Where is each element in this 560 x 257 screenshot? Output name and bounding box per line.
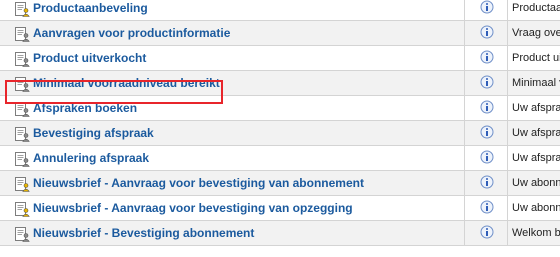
template-description: Productaa (512, 2, 560, 14)
description-cell: Uw afspra (507, 96, 560, 120)
document-person-icon (14, 176, 30, 192)
template-description: Minimaal v (512, 77, 560, 89)
info-icon[interactable] (480, 0, 494, 14)
document-person-icon (14, 151, 30, 167)
template-description: Product uit (512, 52, 560, 64)
document-person-icon (14, 1, 30, 17)
template-name-cell: Afspraken boeken (0, 96, 464, 120)
info-icon[interactable] (480, 50, 494, 64)
description-cell: Uw afspra (507, 146, 560, 170)
template-name-link[interactable]: Minimaal voorraadniveau bereikt (33, 76, 220, 90)
template-description: Uw abonn (512, 202, 560, 214)
table-row: Aanvragen voor productinformatie Vraag o… (0, 21, 560, 46)
template-description: Uw abonn (512, 177, 560, 189)
description-cell: Product uit (507, 46, 560, 70)
template-name-link[interactable]: Nieuwsbrief - Bevestiging abonnement (33, 226, 254, 240)
document-person-icon (14, 201, 30, 217)
template-name-cell: Productaanbeveling (0, 0, 464, 20)
table-row: Afspraken boeken Uw afspra (0, 96, 560, 121)
document-person-icon (14, 26, 30, 42)
description-cell: Uw abonn (507, 171, 560, 195)
template-name-link[interactable]: Annulering afspraak (33, 151, 149, 165)
info-cell (464, 96, 507, 120)
template-name-link[interactable]: Productaanbeveling (33, 1, 148, 15)
description-cell: Uw abonn (507, 196, 560, 220)
template-name-cell: Product uitverkocht (0, 46, 464, 70)
description-cell: Minimaal v (507, 71, 560, 95)
template-name-cell: Aanvragen voor productinformatie (0, 21, 464, 45)
description-cell: Vraag ove (507, 21, 560, 45)
info-cell (464, 221, 507, 245)
document-person-icon (14, 226, 30, 242)
document-person-icon (14, 51, 30, 67)
table-row: Nieuwsbrief - Aanvraag voor bevestiging … (0, 171, 560, 196)
template-description: Vraag ove (512, 27, 560, 39)
info-icon[interactable] (480, 25, 494, 39)
info-cell (464, 46, 507, 70)
info-icon[interactable] (480, 150, 494, 164)
info-cell (464, 171, 507, 195)
info-cell (464, 146, 507, 170)
info-icon[interactable] (480, 175, 494, 189)
template-name-cell: Bevestiging afspraak (0, 121, 464, 145)
table-row: Annulering afspraak Uw afspra (0, 146, 560, 171)
template-description: Uw afspra (512, 102, 560, 114)
template-name-cell: Annulering afspraak (0, 146, 464, 170)
info-cell (464, 0, 507, 20)
info-cell (464, 196, 507, 220)
template-name-cell: Nieuwsbrief - Bevestiging abonnement (0, 221, 464, 245)
table-row: Bevestiging afspraak Uw afspra (0, 121, 560, 146)
info-icon[interactable] (480, 75, 494, 89)
table-row: Nieuwsbrief - Bevestiging abonnement Wel… (0, 221, 560, 246)
document-person-icon (14, 126, 30, 142)
table-row: Productaanbeveling Productaa (0, 0, 560, 21)
description-cell: Uw afspra (507, 121, 560, 145)
info-icon[interactable] (480, 225, 494, 239)
template-name-link[interactable]: Nieuwsbrief - Aanvraag voor bevestiging … (33, 201, 353, 215)
template-name-link[interactable]: Afspraken boeken (33, 101, 137, 115)
table-row: Nieuwsbrief - Aanvraag voor bevestiging … (0, 196, 560, 221)
template-description: Uw afspra (512, 152, 560, 164)
template-name-link[interactable]: Bevestiging afspraak (33, 126, 154, 140)
template-name-cell: Minimaal voorraadniveau bereikt (0, 71, 464, 95)
description-cell: Welkom bi (507, 221, 560, 245)
template-name-link[interactable]: Nieuwsbrief - Aanvraag voor bevestiging … (33, 176, 364, 190)
document-person-icon (14, 101, 30, 117)
table-row: Product uitverkocht Product uit (0, 46, 560, 71)
template-name-link[interactable]: Product uitverkocht (33, 51, 146, 65)
info-cell (464, 71, 507, 95)
template-description: Uw afspra (512, 127, 560, 139)
info-cell (464, 121, 507, 145)
description-cell: Productaa (507, 0, 560, 20)
template-name-link[interactable]: Aanvragen voor productinformatie (33, 26, 230, 40)
template-name-cell: Nieuwsbrief - Aanvraag voor bevestiging … (0, 171, 464, 195)
template-description: Welkom bi (512, 227, 560, 239)
template-name-cell: Nieuwsbrief - Aanvraag voor bevestiging … (0, 196, 464, 220)
info-icon[interactable] (480, 125, 494, 139)
info-cell (464, 21, 507, 45)
info-icon[interactable] (480, 200, 494, 214)
info-icon[interactable] (480, 100, 494, 114)
table-row: Minimaal voorraadniveau bereikt Minimaal… (0, 71, 560, 96)
document-person-icon (14, 76, 30, 92)
